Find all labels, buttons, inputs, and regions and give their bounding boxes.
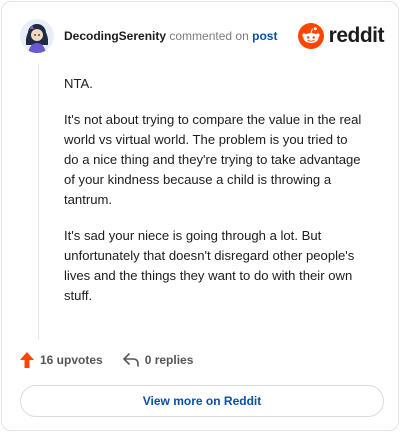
- upvote-arrow-icon: [20, 352, 34, 368]
- comment-footer: 16 upvotes 0 replies: [20, 350, 193, 370]
- replies-count: 0 replies: [144, 353, 194, 367]
- reddit-snoo-icon: [297, 23, 324, 49]
- comment-paragraph: It's not about trying to compare the val…: [64, 112, 362, 207]
- comment-paragraph: NTA.: [64, 76, 93, 91]
- comment-embed-card: DecodingSerenity commented on post reddi…: [1, 1, 399, 431]
- comment-body: NTA. It's not about trying to compare th…: [64, 74, 364, 322]
- reply-arrow-icon: [122, 353, 139, 367]
- action-text: commented on: [169, 29, 249, 43]
- reddit-logo[interactable]: reddit: [297, 23, 385, 49]
- replies-stat[interactable]: 0 replies: [122, 353, 194, 367]
- upvotes-stat[interactable]: 16 upvotes: [20, 352, 103, 368]
- reddit-wordmark: reddit: [328, 24, 385, 47]
- post-link[interactable]: post: [252, 29, 277, 43]
- view-more-button[interactable]: View more on Reddit: [20, 385, 384, 417]
- comment-byline: DecodingSerenity commented on post: [64, 28, 298, 44]
- thread-line: [38, 64, 39, 340]
- comment-header: DecodingSerenity commented on post reddi…: [18, 18, 385, 54]
- author-name[interactable]: DecodingSerenity: [64, 29, 166, 43]
- user-avatar[interactable]: [20, 19, 54, 53]
- comment-paragraph: It's sad your niece is going through a l…: [64, 228, 355, 303]
- upvotes-count: 16 upvotes: [40, 353, 103, 367]
